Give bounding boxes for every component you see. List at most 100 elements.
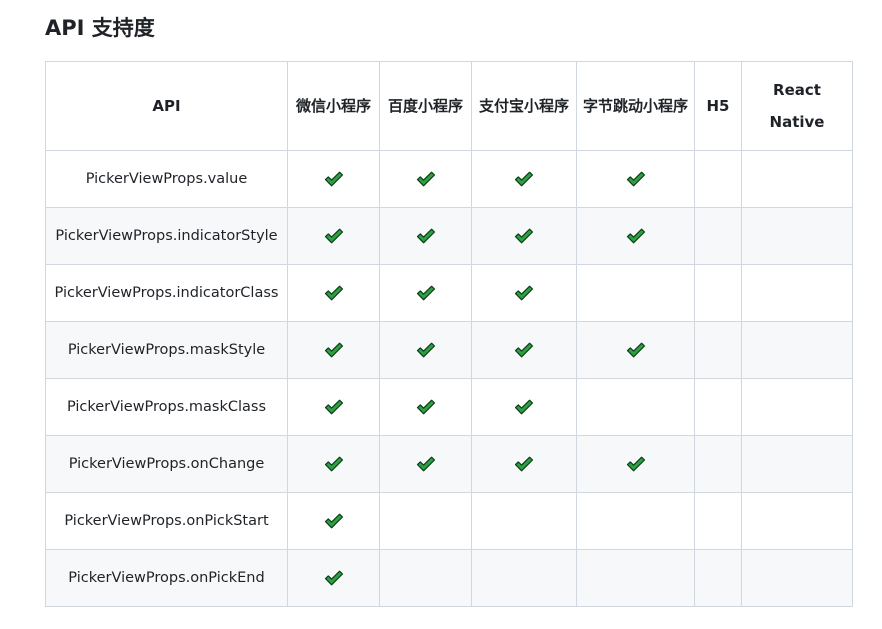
header-tt: 字节跳动小程序 [576, 61, 695, 151]
support-cell-tt [576, 435, 695, 493]
support-cell-swan [379, 150, 472, 208]
api-name-cell: PickerViewProps.onChange [45, 435, 288, 493]
support-cell-swan [379, 321, 472, 379]
support-cell-alipay [471, 321, 577, 379]
support-cell-tt [576, 378, 695, 436]
check-mark-icon [324, 228, 343, 244]
table-row: PickerViewProps.value [45, 150, 853, 208]
support-cell-tt [576, 150, 695, 208]
support-cell-alipay [471, 150, 577, 208]
support-cell-alipay [471, 207, 577, 265]
check-mark-icon [514, 171, 534, 187]
check-mark-icon [324, 570, 343, 586]
support-cell-tt [576, 207, 695, 265]
support-cell-swan [379, 207, 472, 265]
support-cell-rn [741, 378, 853, 436]
api-support-table: API 微信小程序 百度小程序 支付宝小程序 字节跳动小程序 H5 React … [45, 61, 853, 607]
support-cell-h5 [694, 378, 742, 436]
api-name-cell: PickerViewProps.indicatorStyle [45, 207, 288, 265]
support-cell-h5 [694, 264, 742, 322]
api-name-cell: PickerViewProps.indicatorClass [45, 264, 288, 322]
support-cell-alipay [471, 264, 577, 322]
support-cell-tt [576, 492, 695, 550]
api-name-cell: PickerViewProps.value [45, 150, 288, 208]
check-mark-icon [324, 171, 343, 187]
check-mark-icon [416, 456, 435, 472]
check-mark-icon [514, 399, 534, 415]
header-weapp: 微信小程序 [287, 61, 380, 151]
api-name-cell: PickerViewProps.maskClass [45, 378, 288, 436]
check-mark-icon [626, 228, 645, 244]
page: API 支持度 API 微信小程序 百度小程序 支付宝小程序 字节跳动小程序 H… [0, 0, 882, 629]
check-mark-icon [416, 285, 435, 301]
support-cell-rn [741, 492, 853, 550]
check-mark-icon [324, 285, 343, 301]
support-cell-rn [741, 150, 853, 208]
support-cell-swan [379, 549, 472, 607]
support-cell-rn [741, 207, 853, 265]
check-mark-icon [416, 399, 435, 415]
check-mark-icon [626, 342, 645, 358]
header-swan: 百度小程序 [379, 61, 472, 151]
support-cell-alipay [471, 492, 577, 550]
support-cell-weapp [287, 492, 380, 550]
api-name-cell: PickerViewProps.maskStyle [45, 321, 288, 379]
support-cell-weapp [287, 549, 380, 607]
header-alipay: 支付宝小程序 [471, 61, 577, 151]
support-cell-weapp [287, 264, 380, 322]
table-body: PickerViewProps.value PickerViewProps.ind… [45, 150, 853, 607]
support-cell-tt [576, 264, 695, 322]
check-mark-icon [324, 342, 343, 358]
check-mark-icon [514, 342, 534, 358]
table-row: PickerViewProps.indicatorClass [45, 264, 853, 322]
support-cell-weapp [287, 378, 380, 436]
support-cell-rn [741, 321, 853, 379]
table-row: PickerViewProps.onPickStart [45, 492, 853, 550]
support-cell-tt [576, 549, 695, 607]
table-row: PickerViewProps.maskClass [45, 378, 853, 436]
section-heading: API 支持度 [45, 16, 155, 40]
support-cell-tt [576, 321, 695, 379]
table-row: PickerViewProps.onChange [45, 435, 853, 493]
support-cell-weapp [287, 207, 380, 265]
support-cell-weapp [287, 435, 380, 493]
check-mark-icon [416, 228, 435, 244]
support-cell-h5 [694, 549, 742, 607]
support-cell-h5 [694, 435, 742, 493]
api-name-cell: PickerViewProps.onPickStart [45, 492, 288, 550]
support-cell-h5 [694, 492, 742, 550]
check-mark-icon [324, 399, 343, 415]
check-mark-icon [626, 171, 645, 187]
table-header-row: API 微信小程序 百度小程序 支付宝小程序 字节跳动小程序 H5 React … [45, 61, 853, 151]
support-cell-swan [379, 264, 472, 322]
table-row: PickerViewProps.indicatorStyle [45, 207, 853, 265]
header-h5: H5 [694, 61, 742, 151]
check-mark-icon [514, 456, 534, 472]
support-cell-rn [741, 549, 853, 607]
support-cell-alipay [471, 549, 577, 607]
support-cell-alipay [471, 435, 577, 493]
check-mark-icon [416, 171, 435, 187]
check-mark-icon [416, 342, 435, 358]
support-cell-weapp [287, 321, 380, 379]
api-name-cell: PickerViewProps.onPickEnd [45, 549, 288, 607]
support-cell-rn [741, 435, 853, 493]
support-cell-h5 [694, 207, 742, 265]
support-cell-swan [379, 435, 472, 493]
support-cell-h5 [694, 150, 742, 208]
table-row: PickerViewProps.onPickEnd [45, 549, 853, 607]
header-api: API [45, 61, 288, 151]
support-cell-rn [741, 264, 853, 322]
check-mark-icon [324, 513, 343, 529]
support-cell-h5 [694, 321, 742, 379]
support-cell-swan [379, 378, 472, 436]
check-mark-icon [514, 228, 534, 244]
table-row: PickerViewProps.maskStyle [45, 321, 853, 379]
support-cell-swan [379, 492, 472, 550]
check-mark-icon [514, 285, 534, 301]
header-rn: React Native [741, 61, 853, 151]
check-mark-icon [626, 456, 645, 472]
support-cell-weapp [287, 150, 380, 208]
support-cell-alipay [471, 378, 577, 436]
check-mark-icon [324, 456, 343, 472]
